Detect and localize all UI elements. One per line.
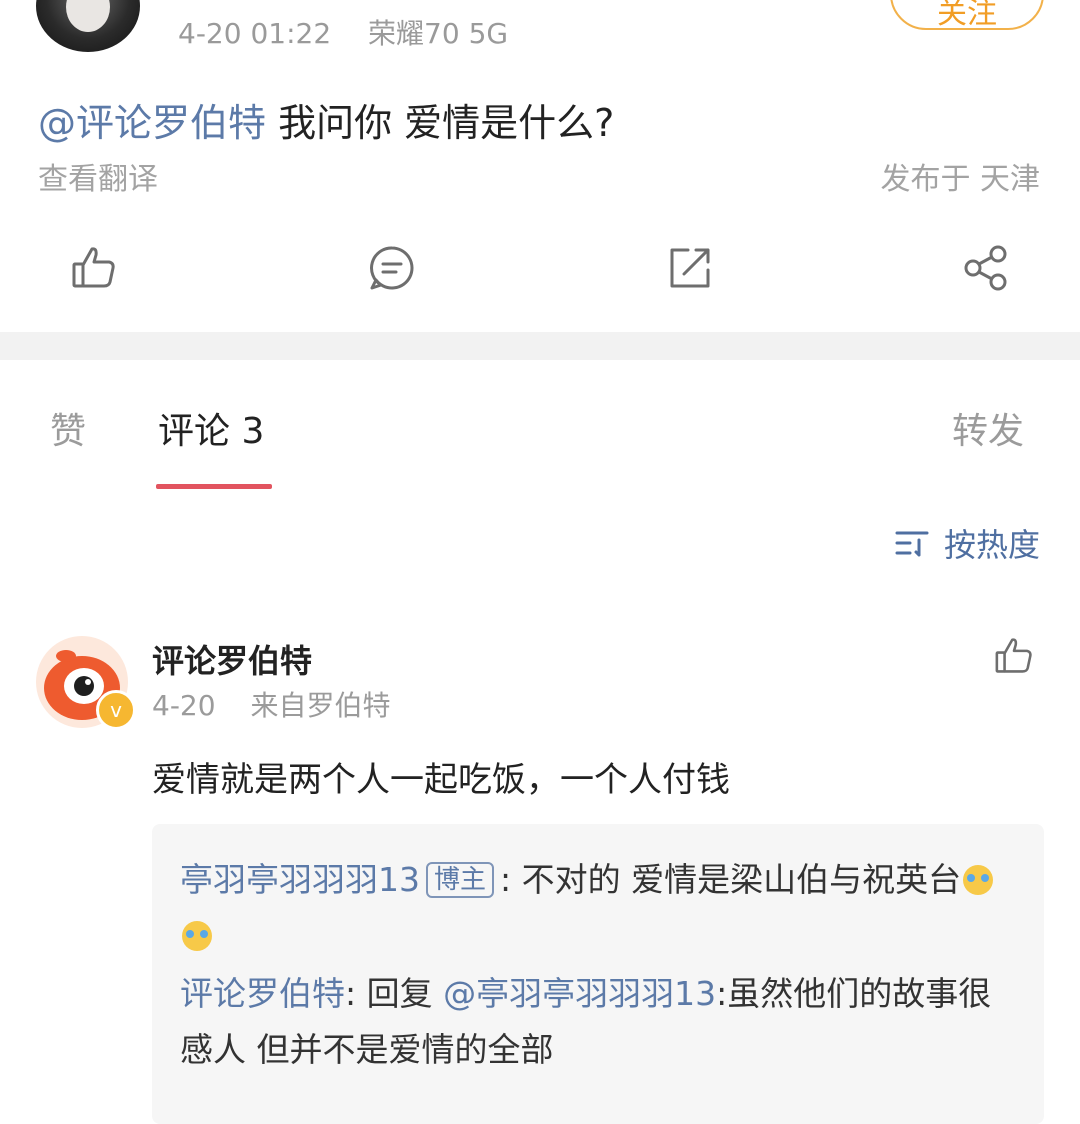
comment-date: 4-20 [152,689,216,722]
crying-emoji-icon [182,921,212,951]
tab-likes[interactable]: 赞 [50,402,86,454]
post-timestamp: 4-20 01:22 [178,17,332,50]
comment-meta: 4-20 来自罗伯特 [152,684,390,724]
reply-item: 评论罗伯特: 回复 @亭羽亭羽羽羽13:虽然他们的故事很感人 但并不是爱情的全部 [180,966,1020,1078]
section-divider [0,332,1080,360]
comment-icon[interactable] [364,240,420,296]
sort-icon [895,531,929,557]
translate-link[interactable]: 查看翻译 [38,154,158,198]
reply-mention[interactable]: @亭羽亭羽羽羽13 [443,974,716,1013]
post-location: 发布于 天津 [880,162,1040,197]
sort-label: 按热度 [943,526,1040,564]
reply-item: 亭羽亭羽羽羽13 博主: 不对的 爱情是梁山伯与祝英台 [180,852,1020,964]
reply-separator: : 回复 [345,974,444,1013]
author-avatar[interactable] [36,0,140,52]
tab-comments[interactable]: 评论 3 [158,402,264,454]
tab-reposts[interactable]: 转发 [952,402,1024,454]
post-device: 荣耀70 5G [368,17,509,50]
comment-text: 爱情就是两个人一起吃饭，一个人付钱 [152,760,730,800]
post-body-text: 我问你 爱情是什么? [266,101,615,145]
post-meta: 4-20 01:22 荣耀70 5G [178,12,508,52]
active-tab-indicator [156,484,272,489]
repost-icon[interactable] [662,240,718,296]
reply-thread[interactable]: 亭羽亭羽羽羽13 博主: 不对的 爱情是梁山伯与祝英台 评论罗伯特: 回复 @亭羽… [152,824,1044,1124]
share-icon[interactable] [958,240,1014,296]
reply-author[interactable]: 评论罗伯特 [180,974,345,1013]
follow-button[interactable]: 关注 [890,0,1044,31]
author-tag-badge: 博主 [426,862,495,898]
post-mention[interactable]: @评论罗伯特 [38,101,266,145]
comment-source: 来自罗伯特 [250,689,391,722]
verified-badge-icon: v [96,690,136,730]
reply-text: : 不对的 爱情是梁山伯与祝英台 [500,860,962,899]
sort-toggle[interactable]: 按热度 [894,520,1040,566]
like-icon[interactable] [66,240,122,296]
post-body: @评论罗伯特 我问你 爱情是什么? [38,92,614,147]
comment-author[interactable]: 评论罗伯特 [152,636,312,682]
crying-emoji-icon [963,865,994,895]
comment-like-icon[interactable] [990,632,1038,680]
reply-author[interactable]: 亭羽亭羽羽羽13 [180,860,420,899]
